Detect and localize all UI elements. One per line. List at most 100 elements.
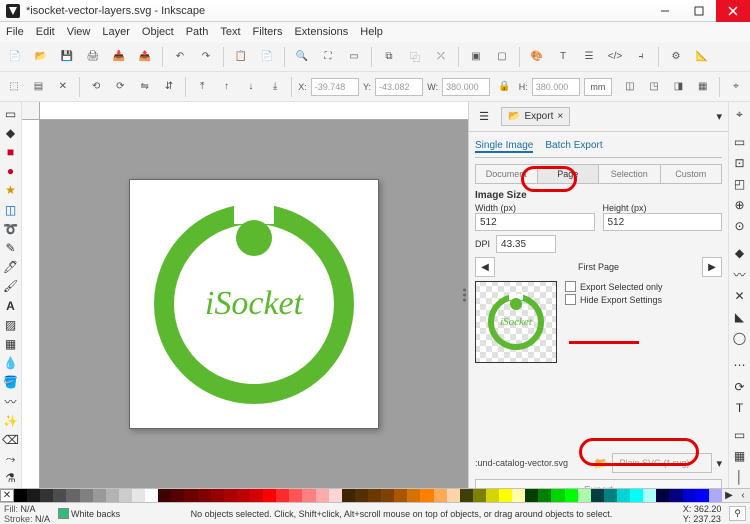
swatch[interactable] (525, 489, 538, 502)
swatch[interactable] (184, 489, 197, 502)
menu-edit[interactable]: Edit (36, 26, 55, 38)
save-icon[interactable]: 💾 (56, 46, 78, 68)
swatch[interactable] (381, 489, 394, 502)
swatch[interactable] (237, 489, 250, 502)
tab-custom[interactable]: Custom (661, 165, 722, 183)
star-tool-icon[interactable]: ★ (0, 181, 21, 200)
snap-toggle-icon[interactable]: ⌖ (726, 76, 746, 98)
ungroup-icon[interactable]: ▢ (491, 46, 513, 68)
palette-right-icon[interactable]: ▶ (722, 489, 736, 502)
copy-icon[interactable]: 📋 (230, 46, 252, 68)
palette-none-icon[interactable]: ✕ (0, 489, 14, 502)
swatch[interactable] (538, 489, 551, 502)
swatch[interactable] (211, 489, 224, 502)
raise-icon[interactable]: ↑ (216, 76, 236, 98)
mesh-tool-icon[interactable]: ▦ (0, 334, 21, 353)
tab-document[interactable]: Document (476, 165, 538, 183)
snap-text-icon[interactable]: T (729, 397, 750, 418)
menu-help[interactable]: Help (360, 26, 383, 38)
cb-white-backs[interactable] (58, 508, 69, 519)
snap-others-icon[interactable]: ⋯ (729, 355, 750, 376)
swatch[interactable] (447, 489, 460, 502)
layers-dialog-icon[interactable]: ☰ (578, 46, 600, 68)
node-tool-icon[interactable]: ◆ (0, 123, 21, 142)
menu-filters[interactable]: Filters (253, 26, 283, 38)
swatch[interactable] (512, 489, 525, 502)
swatch[interactable] (66, 489, 79, 502)
swatch[interactable] (565, 489, 578, 502)
pager-next-icon[interactable]: ▶ (702, 257, 722, 277)
deselect-icon[interactable]: ✕ (53, 76, 73, 98)
swatch[interactable] (683, 489, 696, 502)
swatch[interactable] (80, 489, 93, 502)
x-input[interactable]: -39.748 (311, 78, 359, 96)
swatch[interactable] (342, 489, 355, 502)
snap-node-icon[interactable]: ◆ (729, 243, 750, 264)
menu-text[interactable]: Text (220, 26, 240, 38)
browse-file-icon[interactable]: 📂 (595, 457, 609, 470)
export-dpi-input[interactable]: 43.35 (496, 235, 556, 253)
swatch[interactable] (434, 489, 447, 502)
layers-panel-icon[interactable]: ☰ (475, 108, 493, 126)
swatch[interactable] (669, 489, 682, 502)
panel-grip[interactable] (463, 289, 466, 302)
swatch[interactable] (224, 489, 237, 502)
snap-edge-icon[interactable]: ⊡ (729, 152, 750, 173)
text-tool-icon[interactable]: A (0, 296, 21, 315)
export-panel-tab[interactable]: 📂 Export × (501, 107, 570, 126)
swatch[interactable] (316, 489, 329, 502)
fill-dialog-icon[interactable]: 🎨 (526, 46, 548, 68)
text-dialog-icon[interactable]: T (552, 46, 574, 68)
cb-hide-settings[interactable] (565, 294, 576, 305)
swatch[interactable] (643, 489, 656, 502)
prefs-icon[interactable]: ⚙ (665, 46, 687, 68)
lock-icon[interactable]: 🔒 (494, 76, 514, 98)
export-icon[interactable]: 📤 (134, 46, 156, 68)
tab-page[interactable]: Page (538, 165, 600, 183)
group-icon[interactable]: ▣ (465, 46, 487, 68)
swatch[interactable] (132, 489, 145, 502)
swatch[interactable] (696, 489, 709, 502)
align-dialog-icon[interactable]: ⫞ (630, 46, 652, 68)
bucket-tool-icon[interactable]: 🪣 (0, 373, 21, 392)
lower-icon[interactable]: ↓ (241, 76, 261, 98)
snap-path-icon[interactable]: 〰 (729, 264, 750, 285)
swatch[interactable] (578, 489, 591, 502)
snap-center-icon[interactable]: ⊙ (729, 216, 750, 237)
affect-pattern-icon[interactable]: ▦ (693, 76, 713, 98)
w-input[interactable]: 380.000 (442, 78, 490, 96)
affect-gradient-icon[interactable]: ◨ (668, 76, 688, 98)
min-button[interactable] (648, 0, 682, 22)
open-icon[interactable]: 📂 (30, 46, 52, 68)
export-button[interactable]: Export (475, 479, 722, 488)
gradient-tool-icon[interactable]: ▨ (0, 315, 21, 334)
selector-tool-icon[interactable]: ▭ (0, 104, 21, 123)
cb-export-selected[interactable] (565, 281, 576, 292)
format-dd-arrow-icon[interactable]: ▾ (716, 457, 722, 470)
swatch[interactable] (263, 489, 276, 502)
flip-h-icon[interactable]: ⇋ (134, 76, 154, 98)
units-select[interactable]: mm (584, 78, 612, 96)
close-panel-icon[interactable]: × (557, 111, 563, 122)
sel-all-icon[interactable]: ⬚ (4, 76, 24, 98)
export-width-input[interactable]: 512 (475, 213, 595, 231)
swatch[interactable] (355, 489, 368, 502)
swatch[interactable] (656, 489, 669, 502)
snap-page-icon[interactable]: ▭ (729, 424, 750, 445)
menu-file[interactable]: File (6, 26, 24, 38)
swatch[interactable] (460, 489, 473, 502)
connector-tool-icon[interactable]: ⤳ (0, 450, 21, 469)
snap-smooth-icon[interactable]: ◯ (729, 328, 750, 349)
undo-icon[interactable]: ↶ (169, 46, 191, 68)
swatch[interactable] (499, 489, 512, 502)
pager-prev-icon[interactable]: ◀ (475, 257, 495, 277)
zoom-field[interactable]: ⚲ (729, 506, 746, 521)
spiral-tool-icon[interactable]: ➰ (0, 219, 21, 238)
zoom-fit-icon[interactable]: 🔍 (291, 46, 313, 68)
snap-guide-icon[interactable]: │ (729, 467, 750, 488)
swatch[interactable] (198, 489, 211, 502)
flip-v-icon[interactable]: ⇵ (159, 76, 179, 98)
clone-unlink-icon[interactable]: ⤫ (430, 46, 452, 68)
snap-bbox-icon[interactable]: ▭ (729, 131, 750, 152)
zoom-sel-icon[interactable]: ⛶ (317, 46, 339, 68)
